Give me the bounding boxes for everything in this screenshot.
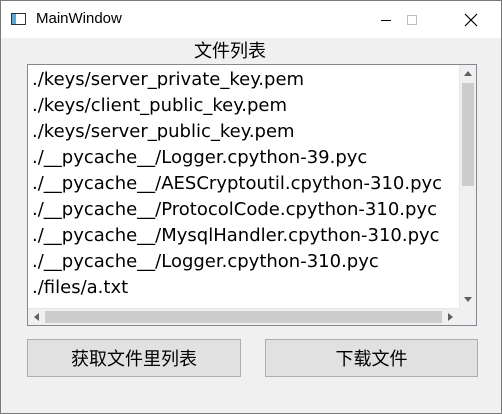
vertical-scrollbar[interactable] xyxy=(459,65,476,308)
file-list-items: ./keys/server_private_key.pem ./keys/cli… xyxy=(32,67,462,307)
close-icon xyxy=(464,13,478,26)
scroll-left-button[interactable] xyxy=(28,309,45,325)
window-app-icon xyxy=(11,13,26,25)
arrow-right-icon xyxy=(448,313,453,321)
list-item[interactable]: ./keys/server_public_key.pem xyxy=(32,119,462,145)
list-item[interactable]: ./keys/server_private_key.pem xyxy=(32,67,462,93)
arrow-down-icon xyxy=(464,297,472,302)
vertical-scroll-thumb[interactable] xyxy=(462,83,474,186)
close-button[interactable] xyxy=(448,1,494,38)
list-item[interactable]: ./files/a.txt xyxy=(32,275,462,301)
main-window: MainWindow 文件列表 ./keys/server_private_ke… xyxy=(0,0,502,414)
list-item[interactable]: ./__pycache__/MysqlHandler.cpython-310.p… xyxy=(32,223,462,249)
file-list-title: 文件列表 xyxy=(194,41,266,62)
maximize-button[interactable] xyxy=(389,1,435,38)
scroll-down-button[interactable] xyxy=(460,291,476,308)
arrow-left-icon xyxy=(34,313,39,321)
maximize-icon xyxy=(407,14,417,25)
list-item[interactable]: ./__pycache__/ProtocolCode.cpython-310.p… xyxy=(32,197,462,223)
list-item[interactable]: ./__pycache__/Logger.cpython-39.pyc xyxy=(32,145,462,171)
horizontal-scrollbar[interactable] xyxy=(28,308,459,325)
get-file-list-button[interactable]: 获取文件里列表 xyxy=(27,339,241,377)
title-bar[interactable]: MainWindow xyxy=(1,1,501,38)
scrollbar-corner xyxy=(459,308,476,325)
file-list[interactable]: ./keys/server_private_key.pem ./keys/cli… xyxy=(27,64,477,326)
scroll-up-button[interactable] xyxy=(460,65,476,82)
horizontal-scroll-thumb[interactable] xyxy=(45,311,442,323)
list-item[interactable]: ./__pycache__/AESCryptoutil.cpython-310.… xyxy=(32,171,462,197)
download-file-button[interactable]: 下载文件 xyxy=(265,339,478,377)
list-item[interactable]: ./__pycache__/Logger.cpython-310.pyc xyxy=(32,249,462,275)
scroll-right-button[interactable] xyxy=(442,309,459,325)
list-item[interactable]: ./keys/client_public_key.pem xyxy=(32,93,462,119)
arrow-up-icon xyxy=(464,71,472,76)
window-title: MainWindow xyxy=(36,10,122,27)
